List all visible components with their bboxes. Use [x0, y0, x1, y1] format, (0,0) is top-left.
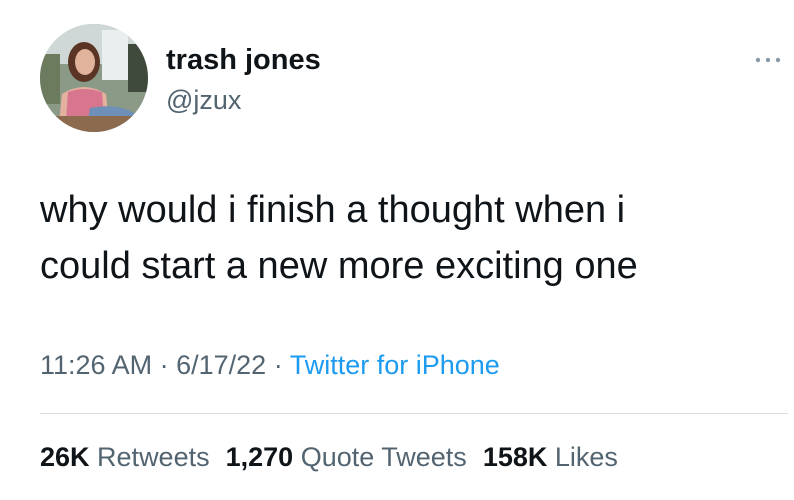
author-display-name[interactable]: trash jones	[166, 42, 321, 78]
author-handle[interactable]: @jzux	[166, 83, 241, 117]
divider	[40, 413, 788, 414]
retweets-stat[interactable]: 26K Retweets	[40, 442, 210, 472]
meta-separator: ·	[273, 350, 283, 380]
avatar[interactable]	[40, 24, 148, 132]
quote-tweets-count: 1,270	[225, 442, 294, 472]
tweet-text: why would i finish a thought when i coul…	[40, 182, 770, 294]
tweet-time[interactable]: 11:26 AM	[40, 350, 152, 380]
retweets-label: Retweets	[97, 442, 210, 472]
likes-stat[interactable]: 158K Likes	[483, 442, 618, 472]
more-options-icon[interactable]	[752, 52, 784, 68]
quote-tweets-label: Quote Tweets	[300, 442, 467, 472]
tweet-text-line: could start a new more exciting one	[40, 245, 638, 287]
likes-count: 158K	[482, 442, 548, 472]
tweet-meta: 11:26 AM · 6/17/22 · Twitter for iPhone	[40, 348, 500, 382]
meta-separator: ·	[159, 350, 169, 380]
likes-label: Likes	[554, 442, 618, 472]
tweet-source-link[interactable]: Twitter for iPhone	[290, 350, 500, 380]
tweet-stats: 26K Retweets 1,270 Quote Tweets 158K Likes	[40, 440, 618, 474]
avatar-image	[40, 24, 148, 132]
tweet-text-line: why would i finish a thought when i	[40, 189, 626, 231]
tweet-date[interactable]: 6/17/22	[176, 350, 266, 380]
quote-tweets-stat[interactable]: 1,270 Quote Tweets	[226, 442, 467, 472]
retweets-count: 26K	[40, 442, 90, 472]
